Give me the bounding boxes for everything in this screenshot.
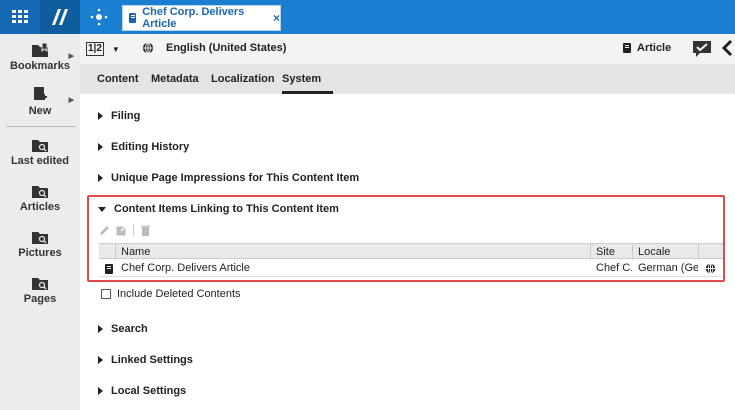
sidebar-item-label: New — [28, 105, 52, 117]
section-title: Search — [111, 323, 148, 335]
sidebar: Bookmarks ▶ New ▶ Last edited Articles P… — [0, 34, 80, 410]
collapse-button[interactable] — [721, 39, 733, 60]
satellite-icon[interactable] — [82, 0, 116, 34]
checkbox-label: Include Deleted Contents — [117, 288, 241, 300]
version-compare-icon: 1|2 — [86, 42, 104, 56]
sidebar-item-label: Pages — [23, 293, 57, 305]
tab-content[interactable]: Content — [97, 73, 139, 85]
document-icon — [129, 13, 137, 23]
highlight-annotation-box — [87, 195, 725, 282]
document-icon — [623, 43, 631, 53]
open-document-tab[interactable]: Chef Corp. Delivers Article × — [122, 5, 281, 31]
chevron-down-icon: ▼ — [111, 44, 120, 54]
section-title: Local Settings — [111, 385, 187, 397]
approve-button[interactable] — [692, 40, 712, 61]
document-header: 1|2 ▼ English (United States) Article — [80, 34, 735, 64]
expand-triangle-icon — [98, 174, 103, 182]
expand-triangle-icon — [98, 143, 103, 151]
sidebar-item-label: Bookmarks — [10, 60, 70, 72]
section-title: Linked Settings — [111, 354, 193, 366]
chevron-right-icon: ▶ — [68, 97, 74, 104]
locale-selector[interactable]: English (United States) — [142, 42, 286, 54]
section-editing-history[interactable]: Editing History — [98, 141, 189, 153]
sidebar-item-pictures[interactable]: Pictures — [0, 230, 80, 259]
doc-type-indicator: Article — [623, 42, 671, 54]
section-title: Editing History — [111, 141, 190, 153]
section-linked-settings[interactable]: Linked Settings — [98, 354, 193, 366]
approve-check-icon — [693, 41, 711, 57]
expand-triangle-icon — [98, 356, 103, 364]
sidebar-item-articles[interactable]: Articles — [0, 184, 80, 213]
tab-metadata[interactable]: Metadata — [151, 73, 199, 85]
sidebar-divider — [6, 126, 76, 127]
section-unique-page-impressions[interactable]: Unique Page Impressions for This Content… — [98, 172, 359, 184]
bookmark-folder-icon — [32, 42, 48, 57]
app-grid-icon[interactable] — [0, 0, 40, 34]
search-folder-icon — [32, 186, 48, 198]
form-tabs: Content Metadata Localization System — [80, 64, 735, 94]
include-deleted-checkbox[interactable]: Include Deleted Contents — [101, 288, 241, 300]
top-bar: Chef Corp. Delivers Article × — [0, 0, 735, 34]
tab-localization[interactable]: Localization — [211, 73, 275, 85]
section-local-settings[interactable]: Local Settings — [98, 385, 186, 397]
tab-title: Chef Corp. Delivers Article — [142, 6, 245, 30]
expand-triangle-icon — [98, 387, 103, 395]
globe-icon — [142, 42, 154, 54]
close-icon[interactable]: × — [273, 11, 280, 25]
section-title: Unique Page Impressions for This Content… — [111, 172, 360, 184]
search-folder-icon — [32, 140, 48, 152]
section-filing[interactable]: Filing — [98, 110, 140, 122]
sidebar-item-bookmarks[interactable]: Bookmarks ▶ — [0, 42, 80, 72]
chevron-left-icon — [721, 39, 733, 57]
chevron-right-icon: ▶ — [68, 53, 74, 60]
studio-logo-icon[interactable] — [40, 0, 80, 34]
sidebar-item-last-edited[interactable]: Last edited — [0, 138, 80, 167]
tab-system[interactable]: System — [282, 73, 321, 85]
sidebar-item-label: Last edited — [10, 155, 70, 167]
new-document-icon — [34, 87, 47, 100]
search-folder-icon — [32, 232, 48, 244]
search-folder-icon — [32, 278, 48, 290]
section-search[interactable]: Search — [98, 323, 148, 335]
doc-type-label: Article — [637, 42, 672, 54]
locale-label: English (United States) — [166, 42, 287, 54]
checkbox-box[interactable] — [101, 289, 111, 299]
section-title: Filing — [111, 110, 141, 122]
sidebar-item-label: Pictures — [18, 247, 62, 259]
expand-triangle-icon — [98, 325, 103, 333]
expand-triangle-icon — [98, 112, 103, 120]
version-selector[interactable]: 1|2 ▼ — [86, 42, 120, 56]
sidebar-item-new[interactable]: New ▶ — [0, 86, 80, 117]
sidebar-item-label: Articles — [19, 201, 61, 213]
sidebar-item-pages[interactable]: Pages — [0, 276, 80, 305]
